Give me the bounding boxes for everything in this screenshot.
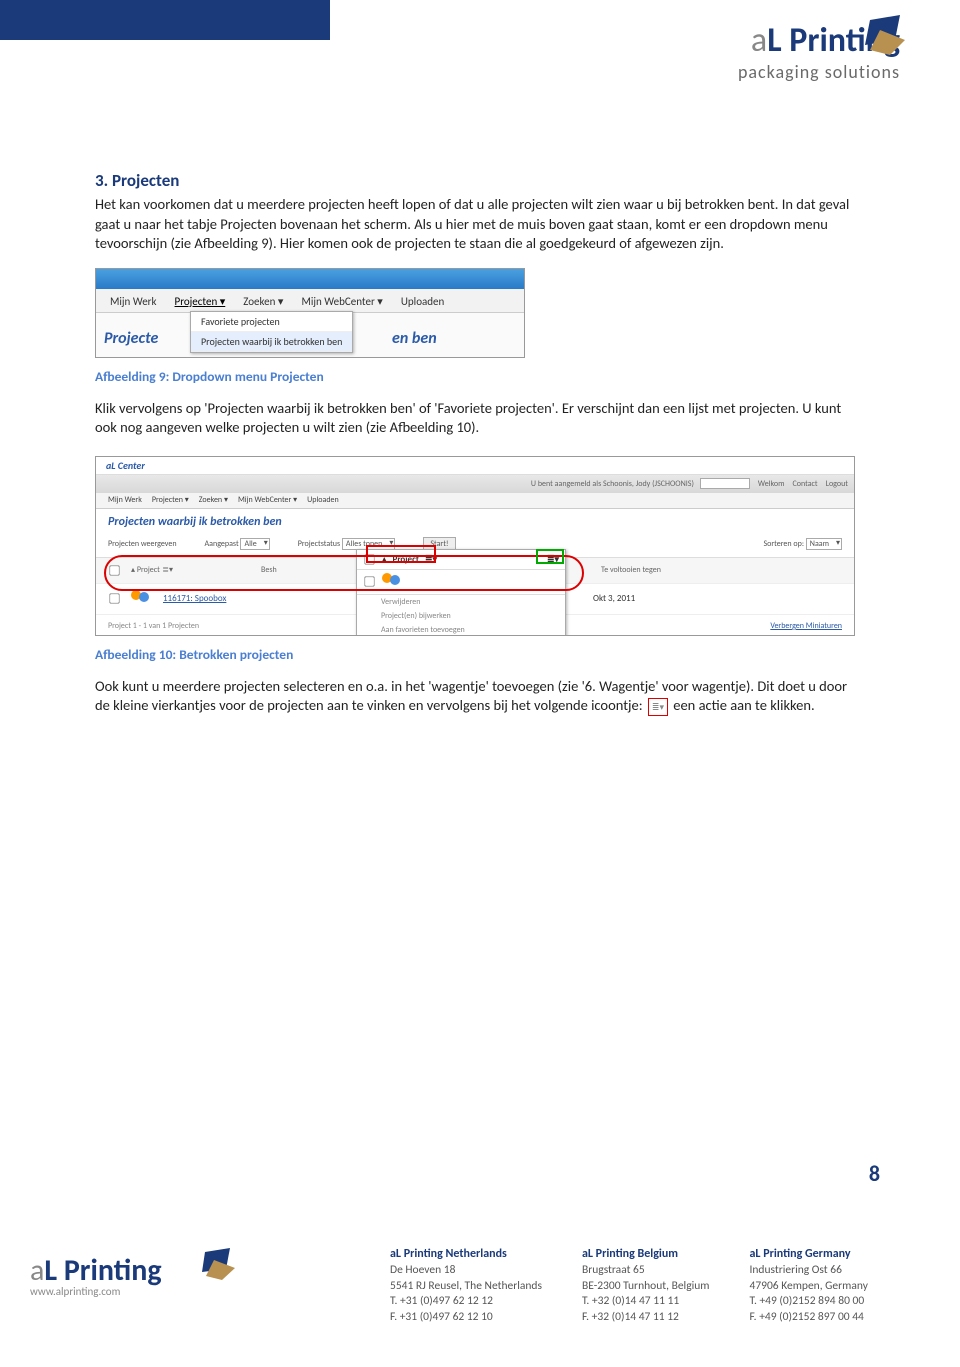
inline-list-icon: ≣▾ (648, 698, 668, 716)
ss2-tab[interactable]: Zoeken ▾ (199, 495, 228, 506)
ss1-tab[interactable]: Mijn Werk (110, 295, 157, 308)
ss1-tab-projecten[interactable]: Projecten ▾ (175, 295, 226, 308)
footer-de-head: aL Printing Germany (749, 1247, 867, 1261)
footer-columns: aL Printing Netherlands De Hoeven 18 554… (390, 1247, 868, 1325)
paragraph-3: Ook kunt u meerdere projecten selecteren… (95, 677, 865, 716)
footer-logo-shape-icon (190, 1244, 240, 1284)
ss2-tabs: Mijn Werk Projecten ▾ Zoeken ▾ Mijn WebC… (96, 493, 854, 509)
brand-prefix: a (751, 20, 767, 61)
page-number: 8 (869, 1160, 880, 1187)
footer-col-be: aL Printing Belgium Brugstraat 65 BE-230… (582, 1247, 710, 1325)
footer-de-l4: F. +49 (0)2152 897 00 44 (749, 1310, 867, 1326)
footer-nl-l1: De Hoeven 18 (390, 1263, 542, 1279)
screenshot-projectlist: aL Center U bent aangemeld als Schoonis,… (95, 456, 855, 636)
ss2-top-links: Welkom Contact Logout (700, 478, 848, 489)
ss2-select-sort[interactable]: Naam (806, 538, 842, 550)
footer-col-de: aL Printing Germany Industriering Ost 66… (749, 1247, 867, 1325)
footer-brand-main: L Printing (44, 1252, 161, 1289)
footer-col-nl: aL Printing Netherlands De Hoeven 18 554… (390, 1247, 542, 1325)
ss2-tab[interactable]: Mijn WebCenter ▾ (238, 495, 297, 506)
ss1-title-left: Projecte (104, 329, 158, 348)
ss2-row-date2: Okt 3, 2011 (593, 593, 635, 604)
brand-subtitle: packaging solutions (738, 61, 900, 83)
ss1-tab[interactable]: Zoeken ▾ (243, 295, 283, 308)
footer-de-l1: Industriering Ost 66 (749, 1263, 867, 1279)
footer-nl-head: aL Printing Netherlands (390, 1247, 542, 1261)
green-highlight (536, 549, 564, 564)
footer-be-l1: Brugstraat 65 (582, 1263, 710, 1279)
footer-logo: aL Printing www.alprinting.com (30, 1252, 162, 1298)
caption-10: Afbeelding 10: Betrokken projecten (95, 646, 865, 663)
ss2-project-id[interactable]: 116171: Spoobox (163, 593, 263, 604)
ss2-login-text: U bent aangemeld als Schoonis, Jody (JSC… (102, 479, 700, 489)
top-blue-bar (0, 0, 330, 40)
footer-be-head: aL Printing Belgium (582, 1247, 710, 1261)
ss2-select-aangepast[interactable]: Alle (240, 538, 269, 550)
ss2-topbar: U bent aangemeld als Schoonis, Jody (JSC… (96, 475, 854, 493)
ss2-row-check[interactable] (109, 594, 119, 604)
ss1-tab[interactable]: Uploaden (401, 295, 444, 308)
ss2-foot-left: Project 1 - 1 van 1 Projecten (108, 621, 199, 631)
logo-shape-icon (850, 10, 910, 60)
ss2-tab[interactable]: Projecten ▾ (152, 495, 189, 506)
footer-nl-l3: T. +31 (0)497 62 12 12 (390, 1294, 542, 1310)
footer-de-l2: 47906 Kempen, Germany (749, 1279, 867, 1295)
ss2-tab[interactable]: Mijn Werk (108, 495, 142, 506)
screenshot-dropdown: Mijn Werk Projecten ▾ Zoeken ▾ Mijn WebC… (95, 268, 525, 358)
section-heading: 3. Projecten (95, 170, 865, 191)
footer-de-l3: T. +49 (0)2152 894 80 00 (749, 1294, 867, 1310)
ss2-filter-label2: Aangepast (205, 539, 239, 549)
footer-brand-prefix: a (30, 1252, 44, 1289)
ss2-foot-right[interactable]: Verbergen Miniaturen (770, 621, 842, 631)
ss2-link[interactable]: Contact (793, 479, 818, 489)
ss1-tab[interactable]: Mijn WebCenter ▾ (301, 295, 382, 308)
ss2-tab[interactable]: Uploaden (307, 495, 339, 506)
ss2-sort-label: Sorteren op: (763, 539, 804, 549)
page-footer: aL Printing www.alprinting.com aL Printi… (0, 1227, 960, 1367)
ss2-col-voltooien: Te voltooien tegen (601, 565, 661, 575)
people-icon (131, 590, 153, 608)
footer-be-l2: BE-2300 Turnhout, Belgium (582, 1279, 710, 1295)
footer-be-l4: F. +32 (0)14 47 11 12 (582, 1310, 710, 1326)
caption-9: Afbeelding 9: Dropdown menu Projecten (95, 368, 865, 385)
ss2-popup-item[interactable]: Aan favorieten toevoegen (357, 623, 565, 636)
red-highlight-oval (104, 555, 584, 591)
ss1-tabs: Mijn Werk Projecten ▾ Zoeken ▾ Mijn WebC… (96, 289, 524, 313)
red-highlight-small (366, 545, 436, 563)
footer-be-l3: T. +32 (0)14 47 11 11 (582, 1294, 710, 1310)
ss2-top-search[interactable] (700, 478, 750, 489)
ss2-link[interactable]: Welkom (758, 479, 785, 489)
ss1-dropdown: Favoriete projecten Projecten waarbij ik… (190, 311, 353, 353)
ss1-browser-bar (96, 269, 524, 289)
para3b: een actie aan te klikken. (673, 696, 814, 714)
footer-nl-l2: 5541 RJ Reusel, The Netherlands (390, 1279, 542, 1295)
ss2-logo-row: aL Center (96, 457, 854, 475)
ss2-app-logo: aL Center (106, 459, 145, 472)
header-logo: aL Printing packaging solutions (738, 20, 900, 83)
paragraph-1: Het kan voorkomen dat u meerdere project… (95, 195, 865, 254)
ss2-filter-label3: Projectstatus (298, 539, 340, 549)
ss1-dd-item[interactable]: Favoriete projecten (191, 312, 352, 332)
ss2-link[interactable]: Logout (826, 479, 848, 489)
ss2-filter-label: Projecten weergeven (108, 539, 177, 549)
ss2-page-title: Projecten waarbij ik betrokken ben (96, 509, 854, 535)
ss1-dd-item-highlighted[interactable]: Projecten waarbij ik betrokken ben (191, 332, 352, 352)
ss2-popup-item[interactable]: Project(en) bijwerken (357, 609, 565, 623)
main-content: 3. Projecten Het kan voorkomen dat u mee… (95, 170, 865, 726)
paragraph-2: Klik vervolgens op 'Projecten waarbij ik… (95, 399, 865, 438)
ss2-popup-item[interactable]: Verwijderen (357, 595, 565, 609)
footer-nl-l4: F. +31 (0)497 62 12 10 (390, 1310, 542, 1326)
ss1-title-right: en ben (392, 329, 437, 348)
